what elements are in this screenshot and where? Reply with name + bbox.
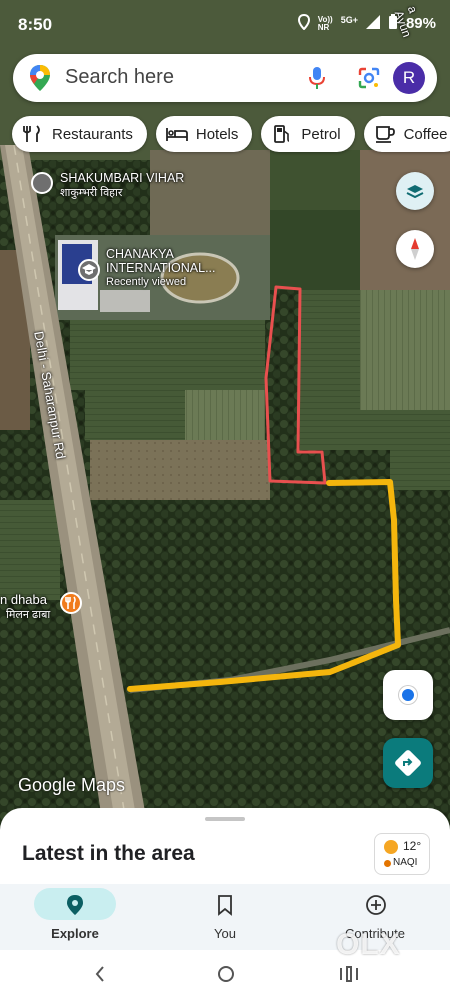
chip-label: Petrol xyxy=(301,125,341,143)
chip-label: Restaurants xyxy=(52,125,133,143)
chip-label: Hotels xyxy=(195,125,239,143)
add-circle-icon xyxy=(366,895,386,915)
sheet-drag-handle[interactable] xyxy=(205,817,245,821)
bookmark-icon xyxy=(218,895,232,916)
google-maps-attribution: Google Maps xyxy=(18,775,126,795)
chip-hotels[interactable]: Hotels xyxy=(155,116,253,152)
layers-button[interactable] xyxy=(396,172,434,210)
network-indicator: Vo)) NR xyxy=(317,14,333,32)
status-time: 8:50 xyxy=(18,15,53,34)
search-input[interactable]: Search here xyxy=(65,66,174,89)
olx-watermark: OLX xyxy=(336,928,401,961)
recent-apps-icon[interactable] xyxy=(338,964,360,984)
tab-label: Explore xyxy=(51,926,99,941)
chip-restaurants[interactable]: Restaurants xyxy=(12,116,147,152)
explore-pin-icon xyxy=(67,895,83,915)
bed-icon xyxy=(165,128,188,141)
tab-you[interactable]: You xyxy=(165,884,285,950)
tab-explore[interactable]: Explore xyxy=(15,884,135,950)
signal-icon xyxy=(365,15,380,32)
google-maps-pin-icon xyxy=(29,64,51,97)
place-label-dhaba[interactable]: n dhaba मिलन ढाबा xyxy=(0,592,50,622)
fork-knife-icon xyxy=(23,125,40,142)
chip-petrol[interactable]: Petrol xyxy=(261,116,355,152)
coffee-cup-icon xyxy=(375,126,395,143)
location-dot-icon xyxy=(399,686,417,704)
red-boundary-outline xyxy=(264,285,327,485)
microphone-icon[interactable] xyxy=(309,66,325,95)
google-lens-icon[interactable] xyxy=(357,66,381,95)
directions-button[interactable] xyxy=(383,738,433,788)
location-status-icon xyxy=(297,13,310,33)
place-label-shakumbari[interactable]: SHAKUMBARI VIHAR शाकुम्भरी विहार xyxy=(60,171,184,200)
compass-icon xyxy=(411,238,419,260)
status-bar: 8:50 Vo)) NR 5G+ 89% xyxy=(0,0,450,48)
account-avatar[interactable]: R xyxy=(393,62,425,94)
directions-icon xyxy=(395,750,421,776)
my-location-button[interactable] xyxy=(383,670,433,720)
sun-icon xyxy=(384,840,398,854)
compass-button[interactable] xyxy=(396,230,434,268)
yellow-path-line xyxy=(127,479,401,692)
battery-icon xyxy=(388,14,398,33)
home-circle-icon[interactable] xyxy=(216,964,236,984)
sheet-title: Latest in the area xyxy=(22,842,195,865)
layers-icon xyxy=(406,185,424,199)
network-type: 5G+ xyxy=(340,14,358,25)
weather-temperature: 12° xyxy=(403,839,422,853)
restaurant-marker-icon[interactable] xyxy=(60,592,82,614)
air-quality-label: NAQI xyxy=(393,857,418,868)
category-chips: Restaurants Hotels Petrol Coffee xyxy=(12,116,450,152)
chip-coffee[interactable]: Coffee xyxy=(363,116,450,152)
school-marker-icon[interactable] xyxy=(78,259,100,281)
tab-label: You xyxy=(214,926,236,941)
battery-level: 89% xyxy=(405,15,436,32)
search-bar[interactable]: Search here R xyxy=(13,54,437,102)
weather-widget[interactable]: 12° NAQI xyxy=(374,833,430,875)
place-marker-icon[interactable] xyxy=(31,172,53,194)
back-chevron-icon[interactable] xyxy=(92,964,108,984)
chip-label: Coffee xyxy=(403,125,448,143)
air-quality-dot-icon xyxy=(384,860,391,867)
place-label-school[interactable]: CHANAKYA INTERNATIONAL... Recently viewe… xyxy=(106,247,216,289)
fuel-pump-icon xyxy=(274,125,290,143)
